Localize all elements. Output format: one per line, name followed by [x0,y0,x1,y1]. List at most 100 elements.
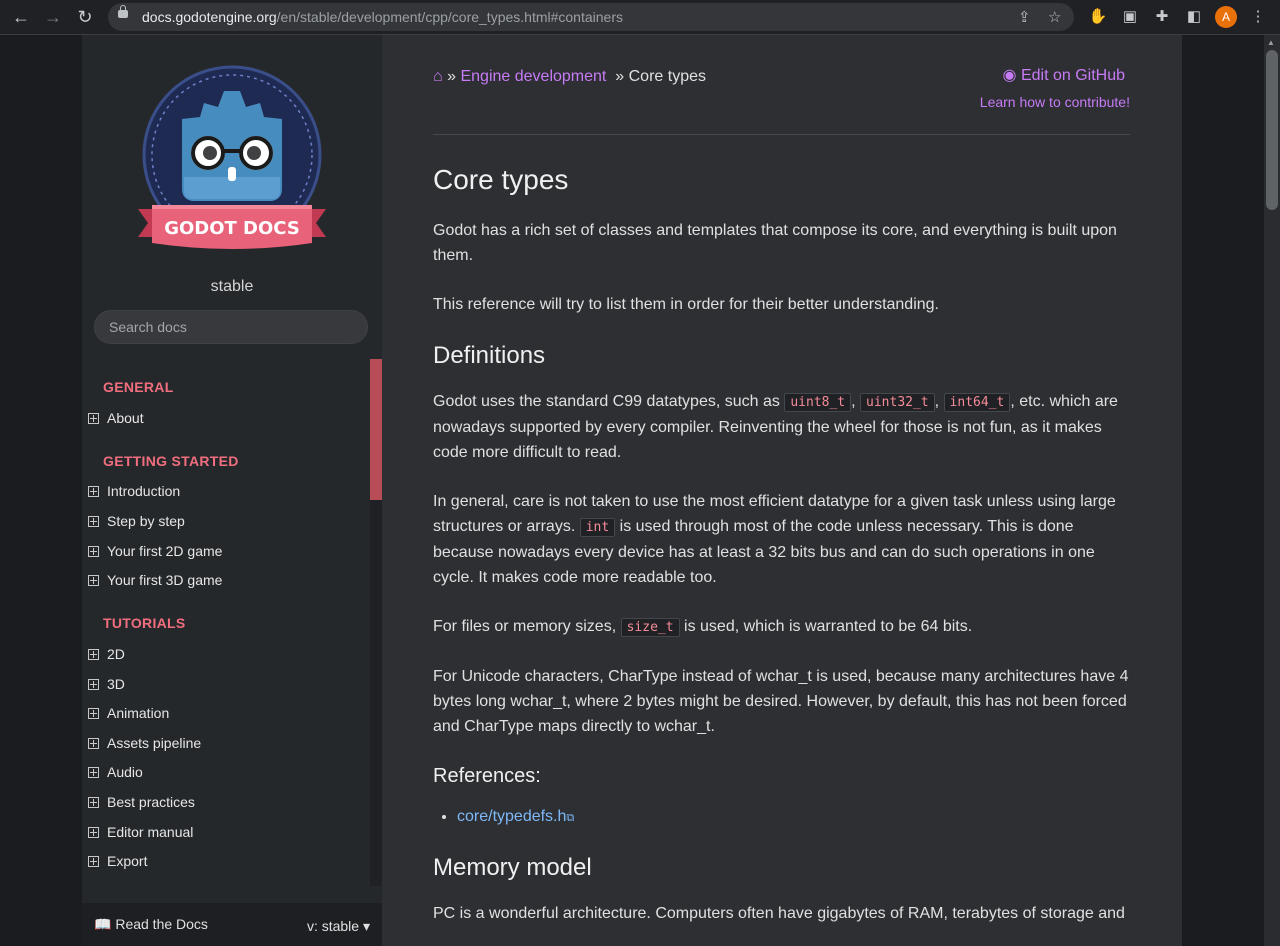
nav-item-label: 3D [107,676,125,692]
nav-item-label: Your first 2D game [107,543,223,559]
read-the-docs-label: Read the Docs [115,916,208,932]
version-selector-label: v: stable [306,918,360,934]
reload-icon[interactable]: ↻ [73,5,97,29]
extension-hand-icon[interactable]: ✋ [1088,7,1108,27]
book-icon: 📖 [94,916,112,932]
nav-item-export[interactable]: Export [88,853,147,869]
expand-icon[interactable] [88,827,99,838]
intro-paragraph-1: Godot has a rich set of classes and temp… [433,222,1117,264]
nav-item-label: Assets pipeline [107,735,202,751]
expand-icon[interactable] [88,797,99,808]
nav-item-audio[interactable]: Audio [88,764,143,780]
nav-item-2d[interactable]: 2D [88,646,125,662]
page-title: Core types [433,164,569,195]
sidebar-scrollbar-thumb[interactable] [370,359,382,500]
page: GODOT DOCS stable GENERAL About GETTING … [0,35,1264,946]
url-text[interactable]: docs.godotengine.org/en/stable/developme… [142,9,623,25]
list-item: core/typedefs.h⧉ [457,804,1133,831]
definitions-paragraph-2: In general, care is not taken to use the… [433,489,1133,590]
share-icon[interactable]: ⇪ [1018,8,1031,26]
nav-item-step-by-step[interactable]: Step by step [88,513,185,529]
read-the-docs-bar[interactable]: 📖 Read the Docs v: stable ▾ [82,903,382,946]
address-bar[interactable]: docs.godotengine.org/en/stable/developme… [108,3,1074,31]
definitions-paragraph-3: For files or memory sizes, size_t is use… [433,614,1133,640]
extension-reader-icon[interactable]: ▣ [1120,7,1140,27]
code-int: int [579,518,616,537]
nav-item-animation[interactable]: Animation [88,705,169,721]
page-scrollbar-thumb[interactable] [1266,50,1278,210]
back-icon[interactable]: ← [9,5,33,29]
read-the-docs-link[interactable]: 📖 Read the Docs [94,916,208,933]
nav-item-best-practices[interactable]: Best practices [88,794,195,810]
search-docs-input[interactable] [94,310,368,344]
expand-icon[interactable] [88,679,99,690]
expand-icon[interactable] [88,516,99,527]
forward-icon[interactable]: → [41,5,65,29]
definitions-paragraph-1: Godot uses the standard C99 datatypes, s… [433,393,1118,461]
nav-item-label: Step by step [107,513,185,529]
expand-icon[interactable] [88,856,99,867]
text-span: Godot uses the standard C99 datatypes, s… [433,393,780,410]
references-list: core/typedefs.h⧉ [433,804,1133,831]
godot-docs-logo-icon[interactable]: GODOT DOCS [132,59,332,255]
nav-item-first-3d-game[interactable]: Your first 3D game [88,572,222,588]
version-selector[interactable]: v: stable ▾ [307,918,370,935]
docs-version: stable [210,278,254,295]
expand-icon[interactable] [88,546,99,557]
nav-item-label: Your first 3D game [107,572,223,588]
nav-section-tutorials: TUTORIALS [103,615,186,631]
nav-item-first-2d-game[interactable]: Your first 2D game [88,543,222,559]
header-divider [433,134,1130,135]
edit-on-github-label: Edit on GitHub [1020,67,1125,84]
url-host: docs.godotengine.org [142,9,277,25]
expand-icon[interactable] [88,486,99,497]
browser-menu-icon[interactable]: ⋮ [1248,7,1268,27]
definitions-paragraph-4: For Unicode characters, CharType instead… [433,668,1129,735]
intro-paragraph-2: This reference will try to list them in … [433,296,939,313]
nav-item-3d[interactable]: 3D [88,676,125,692]
breadcrumb-engine-development[interactable]: Engine development [460,68,606,85]
code-uint8: uint8_t [784,393,852,412]
nav-item-label: Animation [107,705,170,721]
nav-section-general: GENERAL [103,379,174,395]
text-span: is used, which is warranted to be 64 bit… [684,618,973,635]
lock-icon [118,5,128,18]
bookmark-star-icon[interactable]: ☆ [1048,8,1061,26]
nav-item-introduction[interactable]: Introduction [88,483,180,499]
extensions-puzzle-icon[interactable]: ✚ [1152,7,1172,27]
side-panel-icon[interactable]: ◧ [1184,7,1204,27]
code-size-t: size_t [620,618,680,637]
breadcrumb-separator: » [615,68,625,85]
code-uint32: uint32_t [860,393,935,412]
nav-item-label: Introduction [107,483,181,499]
expand-icon[interactable] [88,575,99,586]
nav-item-editor-manual[interactable]: Editor manual [88,824,193,840]
nav-item-label: Export [107,853,148,869]
breadcrumb-current: Core types [628,68,706,85]
nav-item-assets-pipeline[interactable]: Assets pipeline [88,735,201,751]
home-icon[interactable]: ⌂ [433,68,443,85]
nav-section-getting-started: GETTING STARTED [103,453,239,469]
expand-icon[interactable] [88,738,99,749]
expand-icon[interactable] [88,767,99,778]
nav-item-label: Audio [107,764,143,780]
reference-link-typedefs[interactable]: core/typedefs.h [457,808,566,825]
expand-icon[interactable] [88,708,99,719]
edit-on-github-link[interactable]: ◉ Edit on GitHub [1003,65,1125,85]
sidebar: GODOT DOCS stable GENERAL About GETTING … [82,35,382,946]
learn-contribute-link[interactable]: Learn how to contribute! [980,94,1130,110]
references-heading: References: [433,765,541,787]
nav-item-label: Best practices [107,794,195,810]
url-path: /en/stable/development/cpp/core_types.ht… [276,9,623,25]
expand-icon[interactable] [88,413,99,424]
github-icon: ◉ [1002,67,1017,84]
external-link-icon: ⧉ [566,812,575,824]
expand-icon[interactable] [88,649,99,660]
breadcrumb: ⌂ » Engine development » Core types [433,68,706,86]
memory-paragraph-1: PC is a wonderful architecture. Computer… [433,905,1125,922]
browser-toolbar: ← → ↻ docs.godotengine.org/en/stable/dev… [0,0,1280,35]
main-content: ⌂ » Engine development » Core types ◉ Ed… [382,35,1182,946]
profile-avatar[interactable]: A [1215,6,1237,28]
nav-item-about[interactable]: About [88,410,144,426]
scroll-up-arrow-icon[interactable]: ▲ [1267,38,1275,47]
